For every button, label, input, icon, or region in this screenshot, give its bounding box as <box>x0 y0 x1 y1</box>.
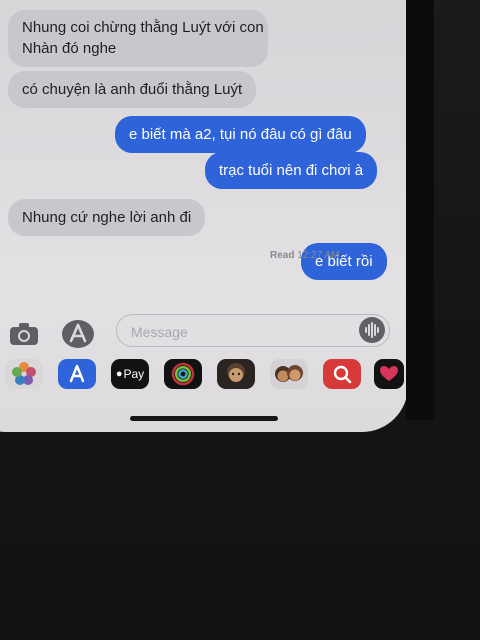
activity-app-icon[interactable] <box>164 359 202 389</box>
memoji-face-icon <box>227 363 245 382</box>
message-text: Nhàn đó nghe <box>22 40 117 57</box>
read-receipt: Read 12:27 AM <box>270 250 340 261</box>
photos-flower-icon <box>12 362 36 385</box>
activity-rings-icon <box>171 362 195 386</box>
read-time: 12:27 AM <box>297 250 340 261</box>
message-text: Nhung coi chừng thằng Luýt với con <box>22 19 264 36</box>
memoji-stickers-icon <box>275 365 303 382</box>
magnifier-icon <box>333 365 352 384</box>
message-bubble-outgoing: e biết rồi <box>301 243 387 280</box>
photos-app-icon[interactable] <box>5 359 43 389</box>
app-store-button[interactable] <box>60 318 96 350</box>
message-text: trạc tuổi nên đi chơi à <box>219 162 364 179</box>
message-bubble-outgoing: trạc tuổi nên đi chơi à <box>205 152 378 189</box>
message-input-container[interactable] <box>116 314 390 347</box>
memoji-app-icon[interactable] <box>217 359 255 389</box>
message-input[interactable] <box>129 321 353 343</box>
photo-of-phone-screen: Nhung coi chừng thằng Luýt với con Nhàn … <box>0 0 480 640</box>
apple-logo-icon: ● <box>115 368 123 380</box>
memoji-stickers-app-icon[interactable] <box>270 359 308 389</box>
phone-bezel <box>406 0 434 420</box>
audio-waveform-icon <box>359 317 385 343</box>
camera-icon <box>10 323 38 345</box>
heart-icon <box>380 366 398 381</box>
message-text: e biết mà a2, tụi nó đâu có gì đâu <box>129 126 352 143</box>
apple-pay-label: Pay <box>123 367 145 381</box>
message-text: có chuyện là anh đuổi thằng Luýt <box>22 81 243 98</box>
message-bubble-outgoing: e biết mà a2, tụi nó đâu có gì đâu <box>115 116 366 153</box>
search-images-app-icon[interactable] <box>323 359 361 389</box>
imessage-screen: Nhung coi chừng thằng Luýt với con Nhàn … <box>0 0 408 432</box>
message-bubble-incoming: có chuyện là anh đuổi thằng Luýt <box>8 71 257 108</box>
message-bubble-incoming: Nhung cứ nghe lời anh đi <box>8 199 206 236</box>
app-store-app-icon[interactable] <box>58 359 96 389</box>
audio-message-button[interactable] <box>358 316 386 344</box>
home-indicator[interactable] <box>130 416 278 421</box>
app-store-icon <box>62 320 94 348</box>
camera-button[interactable] <box>8 320 40 348</box>
message-bubble-incoming: Nhung coi chừng thằng Luýt với con Nhàn … <box>8 10 268 67</box>
digital-touch-app-icon[interactable] <box>374 359 404 389</box>
apple-pay-app-icon[interactable]: ● Pay <box>111 359 149 389</box>
read-label: Read <box>270 250 295 261</box>
message-text: Nhung cứ nghe lời anh đi <box>22 209 192 226</box>
app-store-glyph-icon <box>69 364 85 383</box>
